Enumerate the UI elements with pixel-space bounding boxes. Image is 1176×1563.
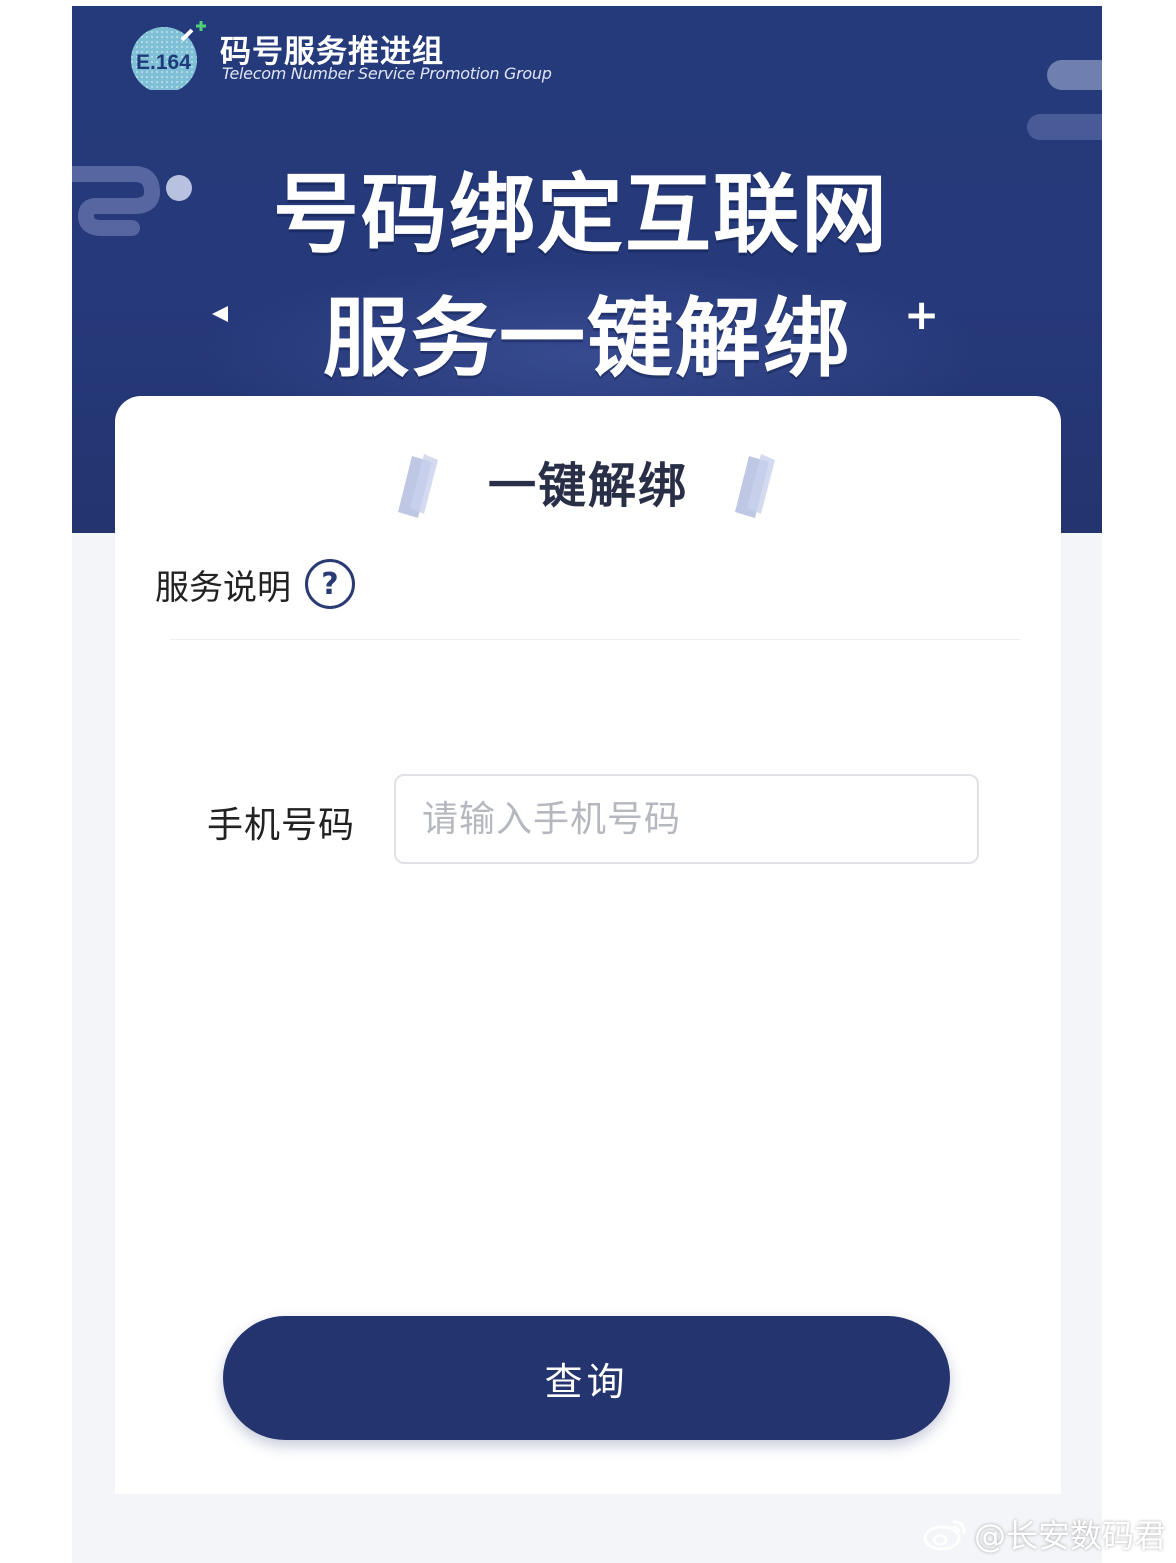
page: E.164 码号服务推进组 Telecom Number Service Pro…	[72, 6, 1102, 1563]
headline-plus: +	[904, 290, 940, 339]
tape-right-decoration	[735, 454, 775, 518]
weibo-icon	[923, 1520, 966, 1551]
unbind-card: 一键解绑 服务说明 ? 手机号码 查询	[115, 396, 1061, 1494]
divider	[170, 639, 1020, 640]
headline-line1: 号码绑定互联网	[273, 165, 889, 265]
watermark-text: @长安数码君	[973, 1517, 1166, 1555]
svg-text:E.164: E.164	[136, 51, 191, 74]
phone-input[interactable]	[394, 774, 979, 864]
watermark: @长安数码君	[922, 1511, 1166, 1557]
e164-logo-icon: E.164	[131, 21, 206, 90]
query-button[interactable]: 查询	[223, 1316, 950, 1440]
phone-label: 手机号码	[207, 805, 356, 846]
help-icon[interactable]: ?	[305, 559, 355, 609]
service-description-label: 服务说明	[155, 567, 291, 608]
headline-line2: 服务一键解绑	[323, 289, 851, 389]
org-name-en: Telecom Number Service Promotion Group	[222, 64, 552, 83]
service-description[interactable]: 服务说明 ?	[155, 556, 355, 612]
card-title: 一键解绑	[487, 458, 688, 514]
